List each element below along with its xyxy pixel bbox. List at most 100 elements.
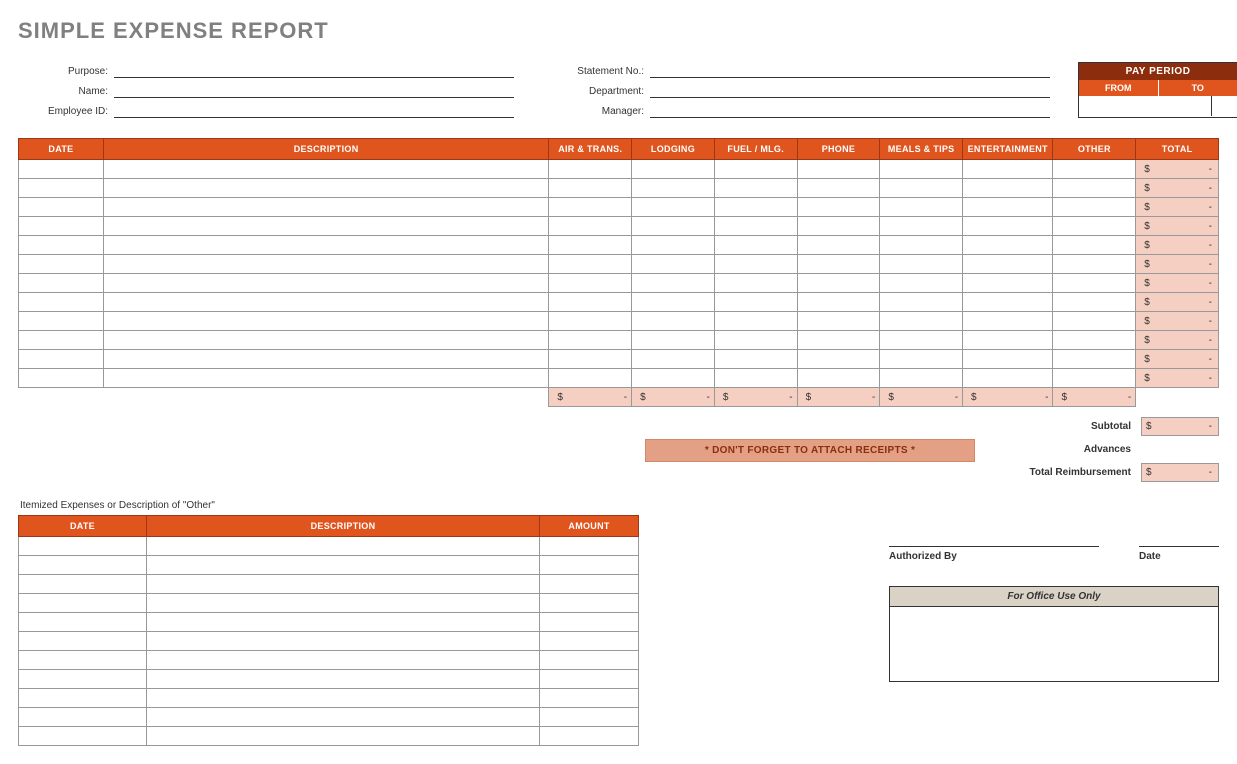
expense-cell[interactable] — [963, 331, 1053, 350]
expense-cell[interactable] — [549, 369, 632, 388]
expense-cell[interactable] — [714, 160, 797, 179]
expense-cell[interactable] — [19, 255, 104, 274]
item-cell[interactable] — [146, 594, 539, 613]
expense-cell[interactable] — [19, 369, 104, 388]
item-cell[interactable] — [540, 613, 639, 632]
item-cell[interactable] — [540, 708, 639, 727]
input-employee-id[interactable] — [114, 102, 514, 118]
expense-cell[interactable] — [1053, 255, 1136, 274]
expense-cell[interactable] — [549, 331, 632, 350]
expense-cell[interactable] — [103, 369, 549, 388]
expense-cell[interactable] — [103, 331, 549, 350]
expense-cell[interactable] — [632, 369, 715, 388]
expense-cell[interactable] — [632, 274, 715, 293]
expense-cell[interactable] — [880, 312, 963, 331]
expense-cell[interactable] — [1053, 369, 1136, 388]
item-cell[interactable] — [19, 670, 147, 689]
pay-to-input[interactable] — [1212, 96, 1237, 116]
item-cell[interactable] — [146, 689, 539, 708]
expense-cell[interactable] — [963, 350, 1053, 369]
expense-cell[interactable] — [19, 293, 104, 312]
expense-cell[interactable] — [1053, 312, 1136, 331]
item-cell[interactable] — [146, 537, 539, 556]
expense-cell[interactable] — [549, 312, 632, 331]
expense-cell[interactable] — [797, 312, 880, 331]
expense-cell[interactable] — [880, 350, 963, 369]
expense-cell[interactable] — [963, 255, 1053, 274]
expense-cell[interactable] — [549, 198, 632, 217]
item-cell[interactable] — [540, 632, 639, 651]
expense-cell[interactable] — [963, 293, 1053, 312]
expense-cell[interactable] — [19, 312, 104, 331]
expense-cell[interactable] — [880, 198, 963, 217]
expense-cell[interactable] — [797, 198, 880, 217]
expense-cell[interactable] — [963, 369, 1053, 388]
expense-cell[interactable] — [19, 160, 104, 179]
expense-cell[interactable] — [103, 312, 549, 331]
expense-cell[interactable] — [632, 217, 715, 236]
item-cell[interactable] — [146, 632, 539, 651]
item-cell[interactable] — [540, 727, 639, 746]
expense-cell[interactable] — [103, 350, 549, 369]
expense-cell[interactable] — [797, 179, 880, 198]
expense-cell[interactable] — [714, 198, 797, 217]
expense-cell[interactable] — [797, 331, 880, 350]
expense-cell[interactable] — [632, 331, 715, 350]
expense-cell[interactable] — [1053, 293, 1136, 312]
item-cell[interactable] — [540, 575, 639, 594]
input-statement-no[interactable] — [650, 62, 1050, 78]
expense-cell[interactable] — [549, 350, 632, 369]
expense-cell[interactable] — [714, 350, 797, 369]
expense-cell[interactable] — [632, 236, 715, 255]
expense-cell[interactable] — [797, 274, 880, 293]
expense-cell[interactable] — [880, 255, 963, 274]
item-cell[interactable] — [540, 689, 639, 708]
expense-cell[interactable] — [19, 236, 104, 255]
expense-cell[interactable] — [549, 255, 632, 274]
expense-cell[interactable] — [19, 198, 104, 217]
expense-cell[interactable] — [632, 312, 715, 331]
expense-cell[interactable] — [797, 293, 880, 312]
expense-cell[interactable] — [549, 293, 632, 312]
expense-cell[interactable] — [103, 293, 549, 312]
input-manager[interactable] — [650, 102, 1050, 118]
expense-cell[interactable] — [880, 293, 963, 312]
item-cell[interactable] — [19, 594, 147, 613]
expense-cell[interactable] — [797, 217, 880, 236]
item-cell[interactable] — [19, 575, 147, 594]
expense-cell[interactable] — [797, 255, 880, 274]
expense-cell[interactable] — [714, 236, 797, 255]
expense-cell[interactable] — [963, 160, 1053, 179]
expense-cell[interactable] — [103, 198, 549, 217]
expense-cell[interactable] — [632, 255, 715, 274]
expense-cell[interactable] — [714, 217, 797, 236]
expense-cell[interactable] — [714, 331, 797, 350]
expense-cell[interactable] — [797, 236, 880, 255]
expense-cell[interactable] — [632, 350, 715, 369]
item-cell[interactable] — [146, 575, 539, 594]
expense-cell[interactable] — [880, 160, 963, 179]
item-cell[interactable] — [19, 708, 147, 727]
input-purpose[interactable] — [114, 62, 514, 78]
expense-cell[interactable] — [19, 274, 104, 293]
expense-cell[interactable] — [1053, 198, 1136, 217]
expense-cell[interactable] — [103, 217, 549, 236]
expense-cell[interactable] — [103, 255, 549, 274]
expense-cell[interactable] — [632, 293, 715, 312]
expense-cell[interactable] — [103, 236, 549, 255]
expense-cell[interactable] — [549, 274, 632, 293]
item-cell[interactable] — [19, 689, 147, 708]
expense-cell[interactable] — [714, 369, 797, 388]
expense-cell[interactable] — [714, 179, 797, 198]
expense-cell[interactable] — [963, 274, 1053, 293]
item-cell[interactable] — [146, 708, 539, 727]
expense-cell[interactable] — [103, 274, 549, 293]
expense-cell[interactable] — [19, 331, 104, 350]
input-name[interactable] — [114, 82, 514, 98]
expense-cell[interactable] — [19, 217, 104, 236]
expense-cell[interactable] — [19, 350, 104, 369]
expense-cell[interactable] — [1053, 236, 1136, 255]
item-cell[interactable] — [146, 556, 539, 575]
expense-cell[interactable] — [632, 179, 715, 198]
pay-from-input[interactable] — [1079, 96, 1212, 116]
